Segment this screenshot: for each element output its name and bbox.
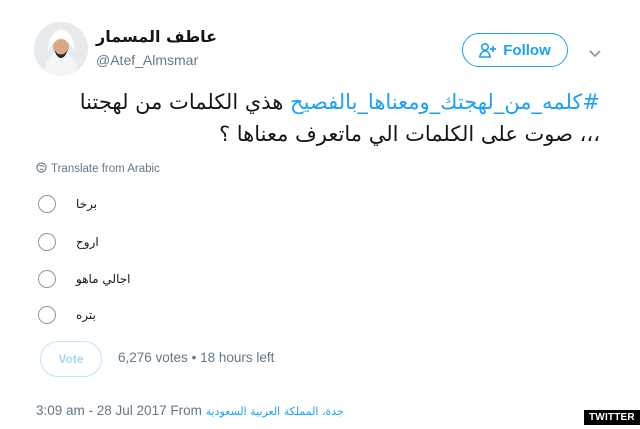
vote-count: 6,276 votes (118, 350, 188, 365)
poll-option[interactable]: اجالي ماهو (38, 268, 131, 290)
person-add-icon (479, 42, 497, 58)
follow-button[interactable]: Follow (462, 33, 568, 67)
tweet-line-1: #كلمه_من_لهجتك_ومعناها_بالفصيح هذي الكلم… (30, 86, 600, 118)
tweet-text: #كلمه_من_لهجتك_ومعناها_بالفصيح هذي الكلم… (30, 86, 600, 150)
poll-radio[interactable] (38, 195, 56, 213)
twitter-watermark: TWITTER (584, 410, 640, 425)
poll-option-label: برخا (76, 197, 98, 211)
chevron-down-icon[interactable] (588, 44, 602, 58)
globe-icon (36, 162, 47, 176)
author-display-name[interactable]: عاطف المسمار (96, 27, 217, 46)
poll-option-label: اروح (76, 235, 99, 249)
tweet-line-2: ،،، صوت على الكلمات الي ماتعرف معناها ؟ (218, 122, 600, 146)
poll-meta: 6,276 votes • 18 hours left (118, 350, 274, 365)
poll-radio[interactable] (38, 233, 56, 251)
poll-radio[interactable] (38, 306, 56, 324)
location-link[interactable]: جدة، المملكة العربية السعودية (206, 405, 344, 418)
poll-option[interactable]: برخا (38, 193, 97, 215)
poll-option[interactable]: اروح (38, 231, 99, 253)
poll-option-label: اجالي ماهو (76, 272, 131, 286)
poll-option[interactable]: بتره (38, 304, 96, 326)
avatar-photo (34, 22, 88, 76)
separator-dot: • (191, 350, 197, 365)
tweet-timestamp: 3:09 am - 28 Jul 2017 From جدة، المملكة … (36, 403, 344, 418)
hashtag-link[interactable]: #كلمه_من_لهجتك_ومعناها_بالفصيح (290, 90, 600, 114)
tweet-text-part: هذي الكلمات من لهجتنا (79, 90, 291, 114)
translate-link[interactable]: Translate from Arabic (36, 162, 160, 176)
time-left: 18 hours left (200, 350, 275, 365)
timestamp-text[interactable]: 3:09 am - 28 Jul 2017 From (36, 403, 202, 418)
author-handle[interactable]: @Atef_Almsmar (96, 52, 198, 68)
avatar[interactable] (34, 22, 88, 76)
translate-label: Translate from Arabic (51, 163, 160, 175)
poll-option-label: بتره (76, 308, 96, 322)
vote-button[interactable]: Vote (40, 341, 102, 377)
poll-radio[interactable] (38, 270, 56, 288)
follow-label: Follow (503, 41, 551, 59)
